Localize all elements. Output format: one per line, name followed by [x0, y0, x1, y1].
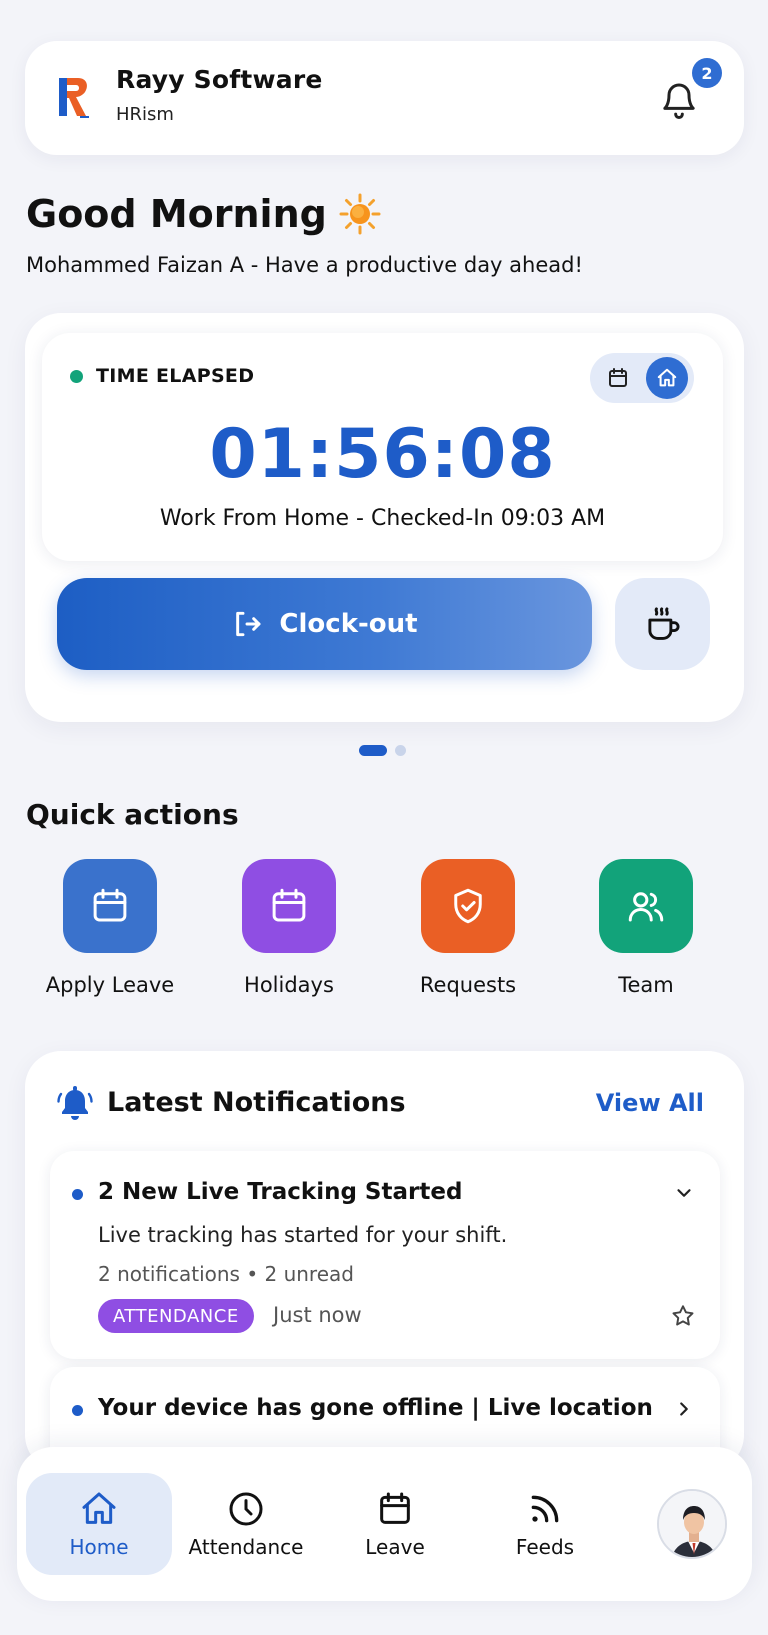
- status-dot: [70, 370, 83, 383]
- notification-title: 2 New Live Tracking Started: [98, 1179, 463, 1205]
- home-icon: [657, 368, 677, 387]
- bell-ringing-icon: [57, 1086, 93, 1120]
- user-avatar-image: [659, 1491, 725, 1557]
- open-button[interactable]: [670, 1395, 698, 1423]
- chevron-right-icon: [680, 1402, 688, 1416]
- requests-icon-tile: [421, 859, 515, 953]
- apply-leave-action[interactable]: Apply Leave: [20, 859, 200, 997]
- timer-panel: TIME ELAPSED 01:56:08 Work From Home - C…: [42, 333, 723, 561]
- nav-attendance[interactable]: Attendance: [173, 1473, 319, 1575]
- greeting-subtitle: Mohammed Faizan A - Have a productive da…: [26, 253, 583, 277]
- clock-icon: [229, 1492, 263, 1526]
- team-action[interactable]: Team: [556, 859, 736, 997]
- star-icon: [672, 1305, 694, 1326]
- attendance-timer-card: TIME ELAPSED 01:56:08 Work From Home - C…: [25, 313, 744, 722]
- rss-icon: [531, 1495, 559, 1523]
- nav-leave[interactable]: Leave: [322, 1473, 468, 1575]
- apply-leave-icon-tile: [63, 859, 157, 953]
- users-icon: [628, 892, 664, 922]
- calendar-icon: [272, 888, 306, 922]
- unread-dot: [72, 1189, 83, 1200]
- logout-icon: [236, 611, 261, 637]
- carousel-pager: [359, 745, 406, 756]
- notification-time: Just now: [273, 1303, 362, 1327]
- view-all-link[interactable]: View All: [596, 1089, 704, 1117]
- nav-feeds[interactable]: Feeds: [472, 1473, 618, 1575]
- bottom-navigation: Home Attendance Leave Feeds: [17, 1447, 752, 1601]
- checkin-status: Work From Home - Checked-In 09:03 AM: [159, 506, 606, 531]
- shield-check-icon: [454, 888, 482, 924]
- pager-dot[interactable]: [395, 745, 406, 756]
- greeting-title: Good Morning: [26, 192, 327, 236]
- company-logo: [59, 78, 89, 118]
- work-mode-toggle: [590, 353, 694, 403]
- break-button[interactable]: [615, 578, 710, 670]
- company-header: Rayy Software HRism 2: [25, 41, 744, 155]
- nav-home-label: Home: [69, 1535, 129, 1559]
- team-label: Team: [618, 973, 674, 997]
- company-subtitle: HRism: [116, 104, 174, 125]
- notification-description: Live tracking has started for your shift…: [98, 1223, 508, 1247]
- notification-count-badge: 2: [692, 58, 722, 88]
- expand-button[interactable]: [670, 1179, 698, 1207]
- chevron-down-icon: [677, 1189, 691, 1197]
- profile-avatar[interactable]: [657, 1489, 727, 1559]
- team-icon-tile: [599, 859, 693, 953]
- calendar-icon: [93, 888, 127, 922]
- holidays-label: Holidays: [244, 973, 334, 997]
- apply-leave-label: Apply Leave: [45, 973, 175, 997]
- nav-home[interactable]: Home: [26, 1473, 172, 1575]
- holidays-action[interactable]: Holidays: [199, 859, 379, 997]
- elapsed-time-value: 01:56:08: [209, 415, 556, 494]
- notification-title: Your device has gone offline | Live loca…: [98, 1395, 653, 1421]
- notification-meta: 2 notifications • 2 unread: [98, 1262, 354, 1286]
- notification-item[interactable]: 2 New Live Tracking Started Live trackin…: [50, 1151, 720, 1359]
- quick-actions-title: Quick actions: [26, 798, 239, 831]
- company-name: Rayy Software: [116, 65, 323, 94]
- unread-dot: [72, 1405, 83, 1416]
- nav-leave-label: Leave: [365, 1535, 425, 1559]
- home-icon: [82, 1492, 116, 1524]
- star-button[interactable]: [668, 1301, 698, 1331]
- bell-icon: [663, 83, 695, 119]
- category-badge: ATTENDANCE: [98, 1299, 254, 1333]
- clock-out-button[interactable]: Clock-out: [57, 578, 592, 670]
- requests-action[interactable]: Requests: [378, 859, 558, 997]
- home-mode-button[interactable]: [646, 357, 688, 399]
- time-elapsed-label: TIME ELAPSED: [96, 365, 255, 387]
- clock-out-label: Clock-out: [279, 609, 418, 639]
- pager-dot-active[interactable]: [359, 745, 387, 756]
- office-mode-button[interactable]: [600, 360, 636, 396]
- nav-attendance-label: Attendance: [188, 1535, 304, 1559]
- coffee-cup-icon: [647, 607, 680, 640]
- notifications-card: Latest Notifications View All 2 New Live…: [25, 1051, 744, 1471]
- nav-feeds-label: Feeds: [515, 1535, 575, 1559]
- notifications-title: Latest Notifications: [107, 1087, 406, 1118]
- sun-icon: [339, 193, 381, 235]
- calendar-icon: [380, 1492, 410, 1524]
- calendar-icon: [609, 368, 627, 387]
- requests-label: Requests: [419, 973, 517, 997]
- holidays-icon-tile: [242, 859, 336, 953]
- greeting-title-row: Good Morning: [26, 192, 381, 236]
